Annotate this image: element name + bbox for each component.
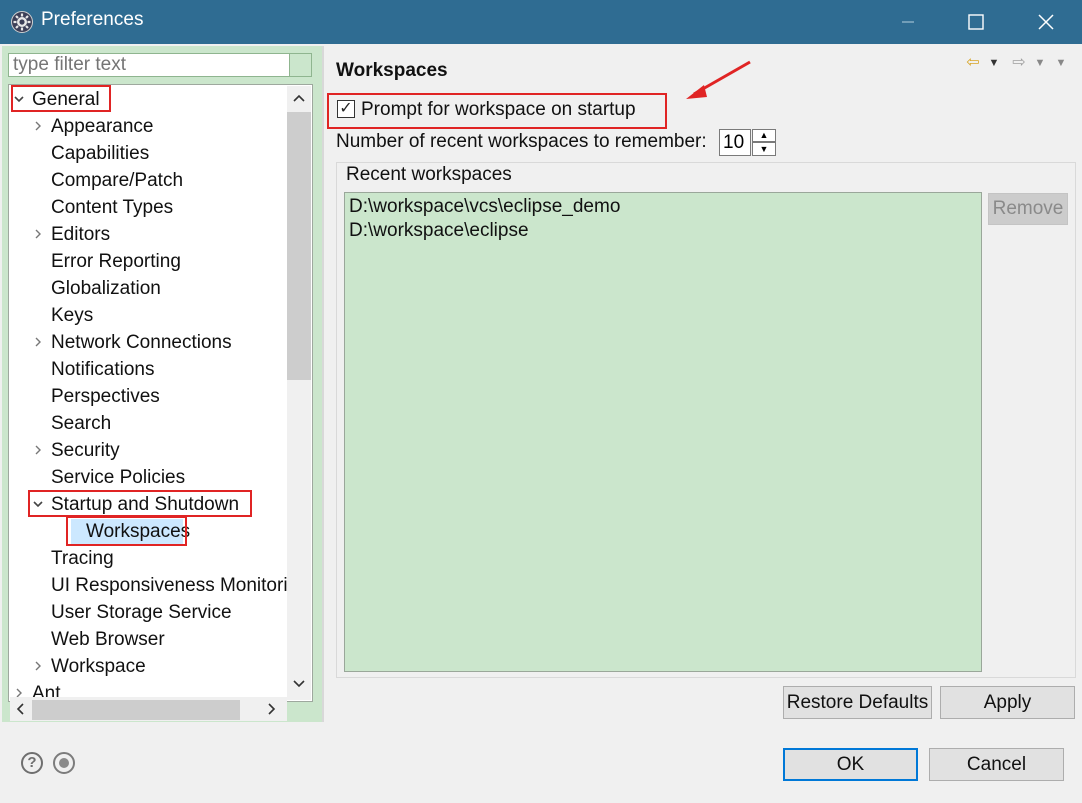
tree-item[interactable]: Compare/Patch (51, 167, 183, 194)
chevron-right-icon[interactable] (31, 329, 45, 356)
remove-button[interactable]: Remove (988, 193, 1068, 225)
recent-workspaces-group-label: Recent workspaces (346, 164, 516, 186)
tree-item[interactable]: Search (51, 410, 111, 437)
minimize-icon (902, 21, 914, 23)
tree-vertical-scroll-thumb[interactable] (287, 112, 311, 380)
tree-item[interactable]: Notifications (51, 356, 155, 383)
spinner-up-icon[interactable]: ▲ (752, 129, 776, 142)
tree-item[interactable]: Network Connections (51, 329, 232, 356)
tree-item[interactable]: Workspace (51, 653, 146, 680)
tree-item[interactable]: Web Browser (51, 626, 165, 653)
record-dot-icon (59, 758, 69, 768)
chevron-right-icon[interactable] (31, 221, 45, 248)
help-icon[interactable]: ? (21, 752, 43, 774)
close-icon (1038, 14, 1054, 30)
filter-clear-area[interactable] (290, 53, 312, 77)
back-menu-chevron-icon[interactable]: ▼ (987, 54, 1001, 72)
eclipse-gear-icon (11, 11, 33, 33)
chevron-down-icon[interactable] (31, 491, 45, 518)
window-title: Preferences (41, 9, 144, 30)
tree-item[interactable]: Content Types (51, 194, 173, 221)
list-item[interactable]: D:\workspace\eclipse (349, 220, 529, 242)
chevron-right-icon[interactable] (31, 437, 45, 464)
tree-item[interactable]: User Storage Service (51, 599, 232, 626)
tree-item[interactable]: Perspectives (51, 383, 160, 410)
cancel-button[interactable]: Cancel (929, 748, 1064, 781)
tree-item[interactable]: Workspaces (86, 518, 190, 545)
tree-horizontal-scroll-thumb[interactable] (32, 700, 240, 720)
forward-arrow-icon[interactable]: ⇨ (1010, 54, 1028, 72)
ok-button[interactable]: OK (783, 748, 918, 781)
tree-item[interactable]: Capabilities (51, 140, 149, 167)
scroll-down-arrow-icon[interactable] (287, 674, 311, 696)
restore-defaults-button[interactable]: Restore Defaults (783, 686, 932, 719)
pane-divider[interactable] (322, 46, 324, 722)
page-title: Workspaces (336, 60, 448, 81)
apply-button[interactable]: Apply (940, 686, 1075, 719)
prompt-workspace-checkbox[interactable]: ✓ (337, 100, 355, 118)
close-button[interactable] (1014, 0, 1078, 44)
chevron-right-icon[interactable] (31, 113, 45, 140)
scroll-right-arrow-icon[interactable] (262, 699, 282, 721)
tree-item[interactable]: Startup and Shutdown (51, 491, 239, 518)
prompt-workspace-label[interactable]: Prompt for workspace on startup (361, 99, 636, 121)
chevron-down-icon[interactable] (12, 86, 26, 113)
annotation-arrow-icon (686, 60, 751, 99)
filter-input[interactable] (8, 53, 290, 77)
preference-tree[interactable]: General Appearance Capabilities Compare/Pat… (8, 84, 313, 702)
spinner-down-icon[interactable]: ▼ (752, 142, 776, 156)
tree-item[interactable]: Keys (51, 302, 93, 329)
tree-item[interactable]: Security (51, 437, 120, 464)
tree-item[interactable]: Globalization (51, 275, 161, 302)
view-menu-chevron-icon[interactable]: ▼ (1054, 54, 1068, 72)
minimize-button[interactable] (876, 0, 940, 44)
tree-item[interactable]: Tracing (51, 545, 114, 572)
tree-item[interactable]: Editors (51, 221, 110, 248)
tree-item[interactable]: UI Responsiveness Monitori (51, 572, 288, 599)
recent-count-label: Number of recent workspaces to remember: (336, 131, 707, 152)
back-arrow-icon[interactable]: ⇦ (964, 54, 982, 72)
recent-workspaces-list[interactable]: D:\workspace\vcs\eclipse_demo D:\workspa… (344, 192, 982, 672)
scroll-left-arrow-icon[interactable] (10, 699, 30, 721)
chevron-right-icon[interactable] (31, 653, 45, 680)
list-item[interactable]: D:\workspace\vcs\eclipse_demo (349, 196, 620, 218)
recent-count-spinner-input[interactable]: 10 (719, 129, 751, 156)
forward-menu-chevron-icon[interactable]: ▼ (1033, 54, 1047, 72)
maximize-button[interactable] (944, 0, 1008, 44)
tree-item[interactable]: Service Policies (51, 464, 185, 491)
tree-item[interactable]: Appearance (51, 113, 153, 140)
tree-item[interactable]: Error Reporting (51, 248, 181, 275)
tree-item[interactable]: General (32, 86, 100, 113)
maximize-icon (968, 14, 984, 30)
scroll-up-arrow-icon[interactable] (287, 88, 311, 110)
